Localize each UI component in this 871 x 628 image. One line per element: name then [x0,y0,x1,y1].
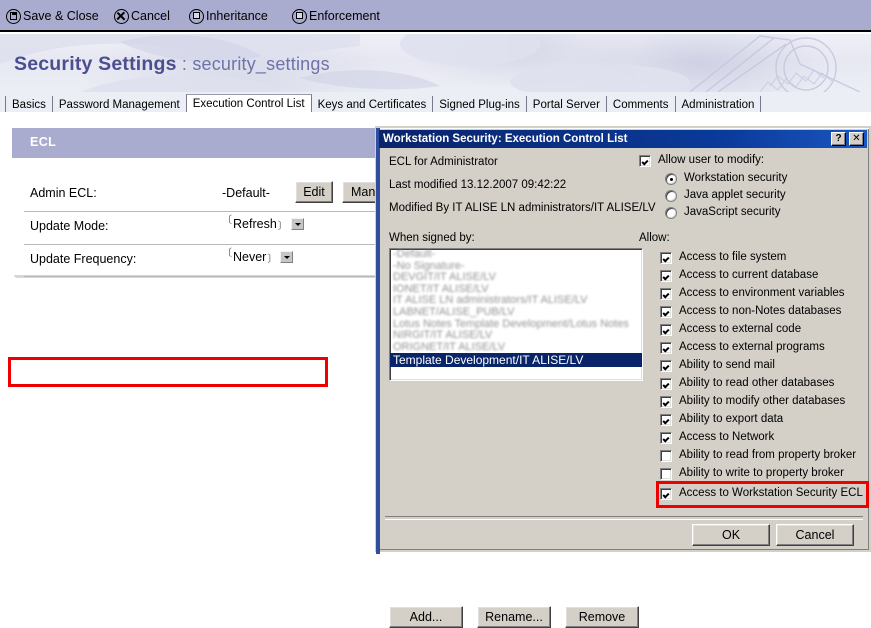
permission-label: Ability to read from property broker [679,449,857,461]
chevron-down-icon[interactable] [290,218,304,230]
admin-ecl-label: Admin ECL: [30,186,97,200]
update-mode-label: Update Mode: [30,219,109,233]
field-corner-right: 〕 [267,254,278,265]
save-disk-icon [6,8,21,24]
signers-list[interactable]: -Default- -No Signature- DEVGIT/IT ALISE… [389,248,643,381]
radio-label: Workstation security [684,172,788,184]
ok-button[interactable]: OK [692,524,770,546]
dialog-left-edge [376,128,380,554]
permission-checkbox-access-to-environment-variables[interactable] [660,288,672,300]
action-cancel[interactable]: Cancel [114,6,170,26]
action-inheritance[interactable]: Inheritance [189,6,268,26]
workstation-security-dialog: Workstation Security: Execution Control … [375,126,871,628]
dialog-title-text: Workstation Security: Execution Control … [383,133,628,145]
action-label: Save & Close [23,9,99,23]
list-item-selected[interactable]: Template Development/IT ALISE/LV [390,353,642,368]
field-corner-right: 〕 [277,221,288,232]
radio-workstation-security[interactable] [665,173,677,185]
tab-execution-control-list[interactable]: Execution Control List [185,94,312,114]
permission-checkbox-ability-to-read-from-property-broker[interactable] [660,450,672,462]
ecl-section-title: ECL [30,135,57,149]
permission-checkbox-access-to-network[interactable] [660,432,672,444]
chevron-down-icon[interactable] [280,251,294,263]
allow-user-modify-label: Allow user to modify: [658,154,765,166]
radio-label: Java applet security [684,189,786,201]
allow-user-modify-checkbox[interactable] [639,155,651,167]
update-frequency-label: Update Frequency: [30,252,137,266]
permission-checkbox-access-to-external-code[interactable] [660,324,672,336]
radio-java-applet-security[interactable] [665,190,677,202]
square-icon [292,8,307,24]
cancel-button[interactable]: Cancel [776,524,854,546]
permission-label: Access to external programs [679,341,825,353]
permission-checkbox-ability-to-export-data[interactable] [660,414,672,426]
update-mode-value: Refresh [233,217,277,231]
permission-checkbox-access-to-workstation-security-ecl[interactable] [660,488,672,500]
permission-label: Ability to read other databases [679,377,835,389]
permission-label: Access to non-Notes databases [679,305,842,317]
field-corner-left: 〔 [222,248,232,259]
modified-by-text: Modified By IT ALISE LN administrators/I… [389,202,656,214]
page-title: Security Settings : security_settings [14,53,330,76]
radio-javascript-security[interactable] [665,207,677,219]
permission-label: Ability to write to property broker [679,467,844,479]
tab-strip: Basics Password Management Execution Con… [0,92,871,114]
update-frequency-field[interactable]: 〔 Never 〕 [222,248,294,265]
when-signed-by-label: When signed by: [389,232,475,244]
allow-label: Allow: [639,232,670,244]
permission-label: Access to environment variables [679,287,845,299]
ecl-for-text: ECL for Administrator [389,156,498,168]
permission-label: Access to external code [679,323,802,335]
permission-label: Access to Network [679,431,775,443]
permission-label: Ability to export data [679,413,784,425]
last-modified-text: Last modified 13.12.2007 09:42:22 [389,179,567,191]
square-icon [189,8,204,24]
permission-checkbox-access-to-current-database[interactable] [660,270,672,282]
field-corner-left: 〔 [222,215,232,226]
action-label: Inheritance [206,9,268,23]
permission-label: Ability to send mail [679,359,775,371]
page-title-separator: : [176,54,193,74]
permission-label: Access to Workstation Security ECL [679,487,863,499]
list-item[interactable]: ORIGNET/IT ALISE/LV [390,341,642,354]
dialog-separator [385,516,863,520]
permission-checkbox-access-to-non-notes-databases[interactable] [660,306,672,318]
permission-checkbox-access-to-external-programs[interactable] [660,342,672,354]
action-save-and-close[interactable]: Save & Close [6,6,99,26]
permission-checkbox-ability-to-read-other-databases[interactable] [660,378,672,390]
edit-button[interactable]: Edit [295,181,333,203]
close-icon[interactable]: ✕ [849,132,864,146]
add-button[interactable]: Add... [389,606,463,628]
page-title-main: Security Settings [14,53,177,75]
permission-label: Ability to modify other databases [679,395,846,407]
permission-label: Access to current database [679,269,819,281]
highlight-box-update-frequency [8,357,328,387]
action-label: Cancel [131,9,170,23]
permission-label: Access to file system [679,251,787,263]
list-item[interactable]: -Default- [390,249,642,261]
rename-button[interactable]: Rename... [477,606,551,628]
permission-checkbox-access-to-file-system[interactable] [660,252,672,264]
radio-label: JavaScript security [684,206,781,218]
action-bar: Save & Close Cancel Inheritance Enforcem… [0,0,871,32]
admin-ecl-value: -Default- [222,186,270,200]
update-mode-field[interactable]: 〔 Refresh 〕 [222,215,304,232]
update-frequency-value: Never [233,250,267,264]
remove-button[interactable]: Remove [565,606,639,628]
list-item[interactable]: NIRGIT/IT ALISE/LV [390,330,642,342]
page-title-sub: security_settings [192,54,330,74]
permission-checkbox-ability-to-modify-other-databases[interactable] [660,396,672,408]
action-label: Enforcement [309,9,380,23]
cancel-x-icon [114,8,129,24]
help-button[interactable]: ? [831,132,846,146]
action-enforcement[interactable]: Enforcement [292,6,380,26]
list-item[interactable]: LABNET/ALISE_PUB/LV [390,306,642,319]
permission-checkbox-ability-to-send-mail[interactable] [660,360,672,372]
permission-checkbox-ability-to-write-to-property-broker[interactable] [660,468,672,480]
dialog-title-bar[interactable]: Workstation Security: Execution Control … [379,130,867,148]
